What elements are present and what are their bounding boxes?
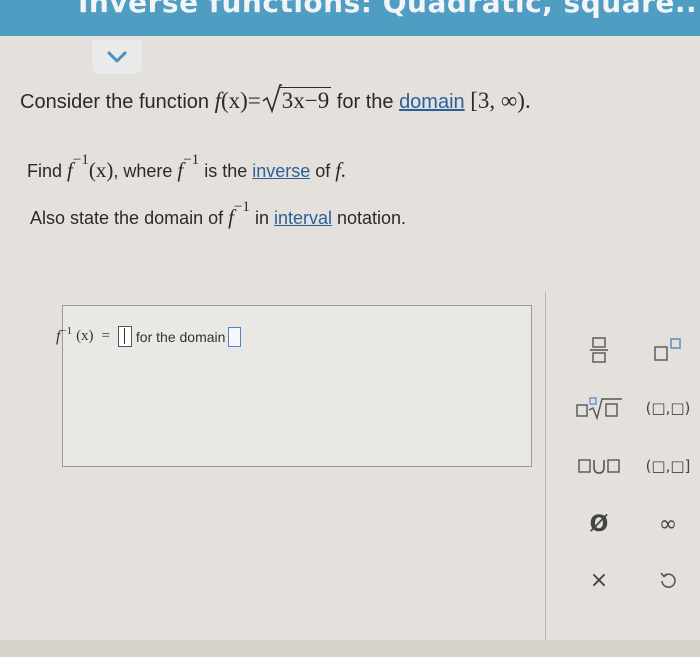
empty-set-key[interactable]: Ø bbox=[569, 506, 629, 542]
expand-toggle-button[interactable] bbox=[92, 40, 142, 74]
of-text: of bbox=[310, 161, 336, 181]
inverse-link[interactable]: inverse bbox=[252, 161, 310, 181]
domain-input[interactable] bbox=[228, 326, 242, 347]
find-text: Find bbox=[27, 161, 68, 181]
infinity-key[interactable]: ∞ bbox=[638, 506, 698, 542]
also-text: Also state the domain of bbox=[30, 208, 229, 228]
period: . bbox=[524, 88, 531, 113]
question-line-2: Find f−1(x), where f−1 is the inverse of… bbox=[27, 152, 347, 183]
inverse-f: f bbox=[67, 158, 73, 182]
question-line-3: Also state the domain of f−1 in interval… bbox=[30, 199, 407, 230]
half-open-interval-key[interactable]: (□,□] bbox=[638, 448, 698, 484]
question-text-2: for the bbox=[331, 91, 400, 113]
fraction-key[interactable] bbox=[569, 332, 629, 368]
exponent-key[interactable] bbox=[638, 332, 698, 368]
domain-value: [3, ∞) bbox=[470, 88, 525, 113]
nth-root-key[interactable] bbox=[569, 390, 629, 426]
nth-root-icon bbox=[576, 397, 622, 421]
is-the-text: is the bbox=[199, 161, 253, 181]
notation-text: notation. bbox=[331, 208, 407, 228]
undo-key[interactable] bbox=[638, 562, 698, 598]
chevron-down-icon bbox=[107, 51, 127, 63]
inverse-exponent: −1 bbox=[72, 152, 89, 168]
inverse-exponent-2: −1 bbox=[183, 152, 200, 168]
answer-exponent: −1 bbox=[60, 324, 73, 337]
domain-label: for the domain bbox=[135, 328, 226, 345]
equals-sign: = bbox=[247, 88, 261, 113]
question-line-1: Consider the function f(x)= 3x−9 for the … bbox=[20, 84, 531, 114]
answer-arg: (x) bbox=[76, 328, 94, 344]
function-arg: (x) bbox=[220, 88, 248, 113]
answer-expression: f −1 (x) = for the domain bbox=[56, 324, 244, 347]
radical-sign-icon bbox=[262, 84, 282, 114]
inverse-function-input[interactable] bbox=[117, 326, 132, 347]
inverse-arg: (x) bbox=[88, 158, 114, 182]
where-text: , where bbox=[113, 161, 178, 181]
in-text: in bbox=[249, 208, 274, 228]
domain-link[interactable]: domain bbox=[399, 91, 465, 113]
inverse-exponent-3: −1 bbox=[233, 199, 250, 215]
undo-icon bbox=[660, 572, 676, 588]
union-icon bbox=[578, 459, 620, 474]
union-key[interactable] bbox=[569, 448, 629, 484]
open-interval-key[interactable]: (□,□) bbox=[638, 390, 698, 426]
bottom-edge bbox=[0, 640, 700, 657]
interval-link[interactable]: interval bbox=[274, 208, 332, 228]
exponent-icon bbox=[654, 338, 681, 361]
f-end: f. bbox=[335, 158, 347, 182]
fraction-icon bbox=[590, 337, 608, 363]
topic-title: Inverse functions: Quadratic, square... bbox=[78, 0, 700, 19]
question-text: Consider the function bbox=[20, 91, 215, 113]
top-bar: Inverse functions: Quadratic, square... bbox=[0, 0, 700, 36]
radicand: 3x−9 bbox=[279, 87, 332, 113]
answer-equals: = bbox=[101, 328, 110, 344]
math-keypad: (□,□) (□,□] Ø ∞ × bbox=[545, 292, 700, 642]
clear-key[interactable]: × bbox=[569, 562, 629, 598]
square-root: 3x−9 bbox=[262, 84, 332, 114]
